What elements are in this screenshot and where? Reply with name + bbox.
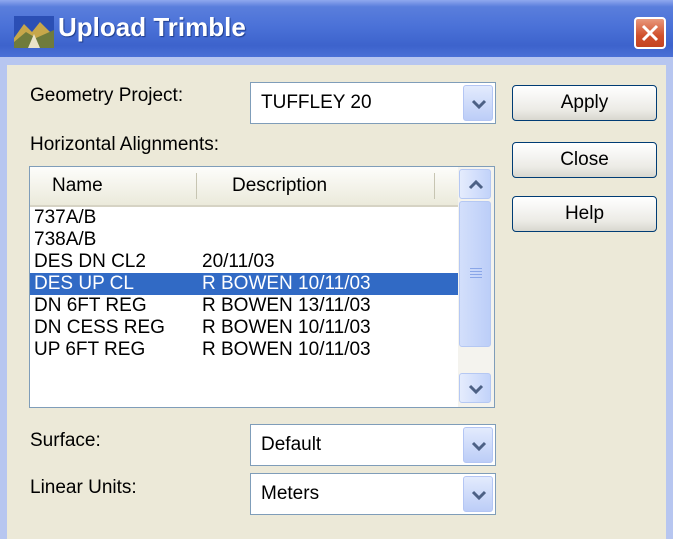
- surface-value: Default: [261, 434, 322, 455]
- thumb-grip: [470, 271, 482, 272]
- list-item[interactable]: 737A/B: [30, 207, 458, 229]
- list-item[interactable]: DN 6FT REG R BOWEN 13/11/03: [30, 295, 458, 317]
- vertical-scrollbar[interactable]: [458, 167, 494, 407]
- window-border-left: [0, 57, 7, 539]
- row-name: DN CESS REG: [34, 317, 165, 338]
- list-item[interactable]: DN CESS REG R BOWEN 10/11/03: [30, 317, 458, 339]
- chevron-down-icon: [471, 490, 487, 501]
- surface-select[interactable]: Default: [250, 424, 496, 466]
- row-name: DES UP CL: [34, 273, 134, 294]
- linear-units-dropdown-button[interactable]: [463, 476, 493, 512]
- list-item[interactable]: DES DN CL2 20/11/03: [30, 251, 458, 273]
- upload-trimble-dialog: Upload Trimble Geometry Project: TUFFLEY…: [0, 0, 673, 539]
- close-icon: [641, 24, 659, 42]
- list-item[interactable]: 738A/B: [30, 229, 458, 251]
- chevron-down-icon: [471, 99, 487, 110]
- row-name: 737A/B: [34, 207, 97, 228]
- geometry-project-select[interactable]: TUFFLEY 20: [250, 82, 496, 124]
- column-header-description[interactable]: Description: [232, 175, 327, 197]
- window-border-right: [666, 57, 673, 539]
- close-button[interactable]: Close: [512, 142, 657, 178]
- list-item-selected[interactable]: DES UP CL R BOWEN 10/11/03: [30, 273, 458, 295]
- scrollbar-thumb[interactable]: [459, 201, 491, 347]
- row-description: 20/11/03: [202, 251, 275, 272]
- landscape-app-icon: [14, 16, 54, 48]
- geometry-project-dropdown-button[interactable]: [463, 85, 493, 121]
- chevron-down-icon: [468, 384, 484, 395]
- linear-units-select[interactable]: Meters: [250, 473, 496, 515]
- geometry-project-label: Geometry Project:: [30, 85, 184, 106]
- apply-button[interactable]: Apply: [512, 85, 657, 121]
- surface-dropdown-button[interactable]: [463, 427, 493, 463]
- list-header: Name Description: [30, 167, 458, 207]
- thumb-grip: [470, 268, 482, 269]
- row-description: R BOWEN 10/11/03: [202, 339, 371, 360]
- column-header-name[interactable]: Name: [52, 175, 103, 197]
- row-name: DES DN CL2: [34, 251, 146, 272]
- column-separator[interactable]: [434, 173, 435, 199]
- help-button[interactable]: Help: [512, 196, 657, 232]
- row-name: 738A/B: [34, 229, 97, 250]
- row-description: R BOWEN 10/11/03: [202, 317, 371, 338]
- thumb-grip: [470, 274, 482, 275]
- linear-units-label: Linear Units:: [30, 477, 137, 498]
- horizontal-alignments-list[interactable]: Name Description 737A/B 738A/B DES DN CL…: [29, 166, 495, 408]
- surface-label: Surface:: [30, 430, 101, 451]
- thumb-grip: [470, 277, 482, 278]
- list-item[interactable]: UP 6FT REG R BOWEN 10/11/03: [30, 339, 458, 361]
- row-description: R BOWEN 13/11/03: [202, 295, 371, 316]
- scroll-down-button[interactable]: [459, 373, 491, 403]
- horizontal-alignments-label: Horizontal Alignments:: [30, 134, 220, 155]
- chevron-down-icon: [471, 441, 487, 452]
- row-name: DN 6FT REG: [34, 295, 147, 316]
- geometry-project-value: TUFFLEY 20: [261, 92, 372, 113]
- linear-units-value: Meters: [261, 483, 320, 504]
- window-title: Upload Trimble: [58, 12, 246, 42]
- row-description: R BOWEN 10/11/03: [202, 273, 371, 294]
- list-rows: 737A/B 738A/B DES DN CL2 20/11/03 DES UP…: [30, 207, 458, 361]
- title-bar[interactable]: Upload Trimble: [0, 0, 673, 57]
- chevron-up-icon: [468, 179, 484, 190]
- column-separator[interactable]: [196, 173, 197, 199]
- scroll-up-button[interactable]: [459, 169, 491, 199]
- close-window-button[interactable]: [634, 17, 666, 49]
- title-bar-edge: [0, 57, 673, 65]
- row-name: UP 6FT REG: [34, 339, 146, 360]
